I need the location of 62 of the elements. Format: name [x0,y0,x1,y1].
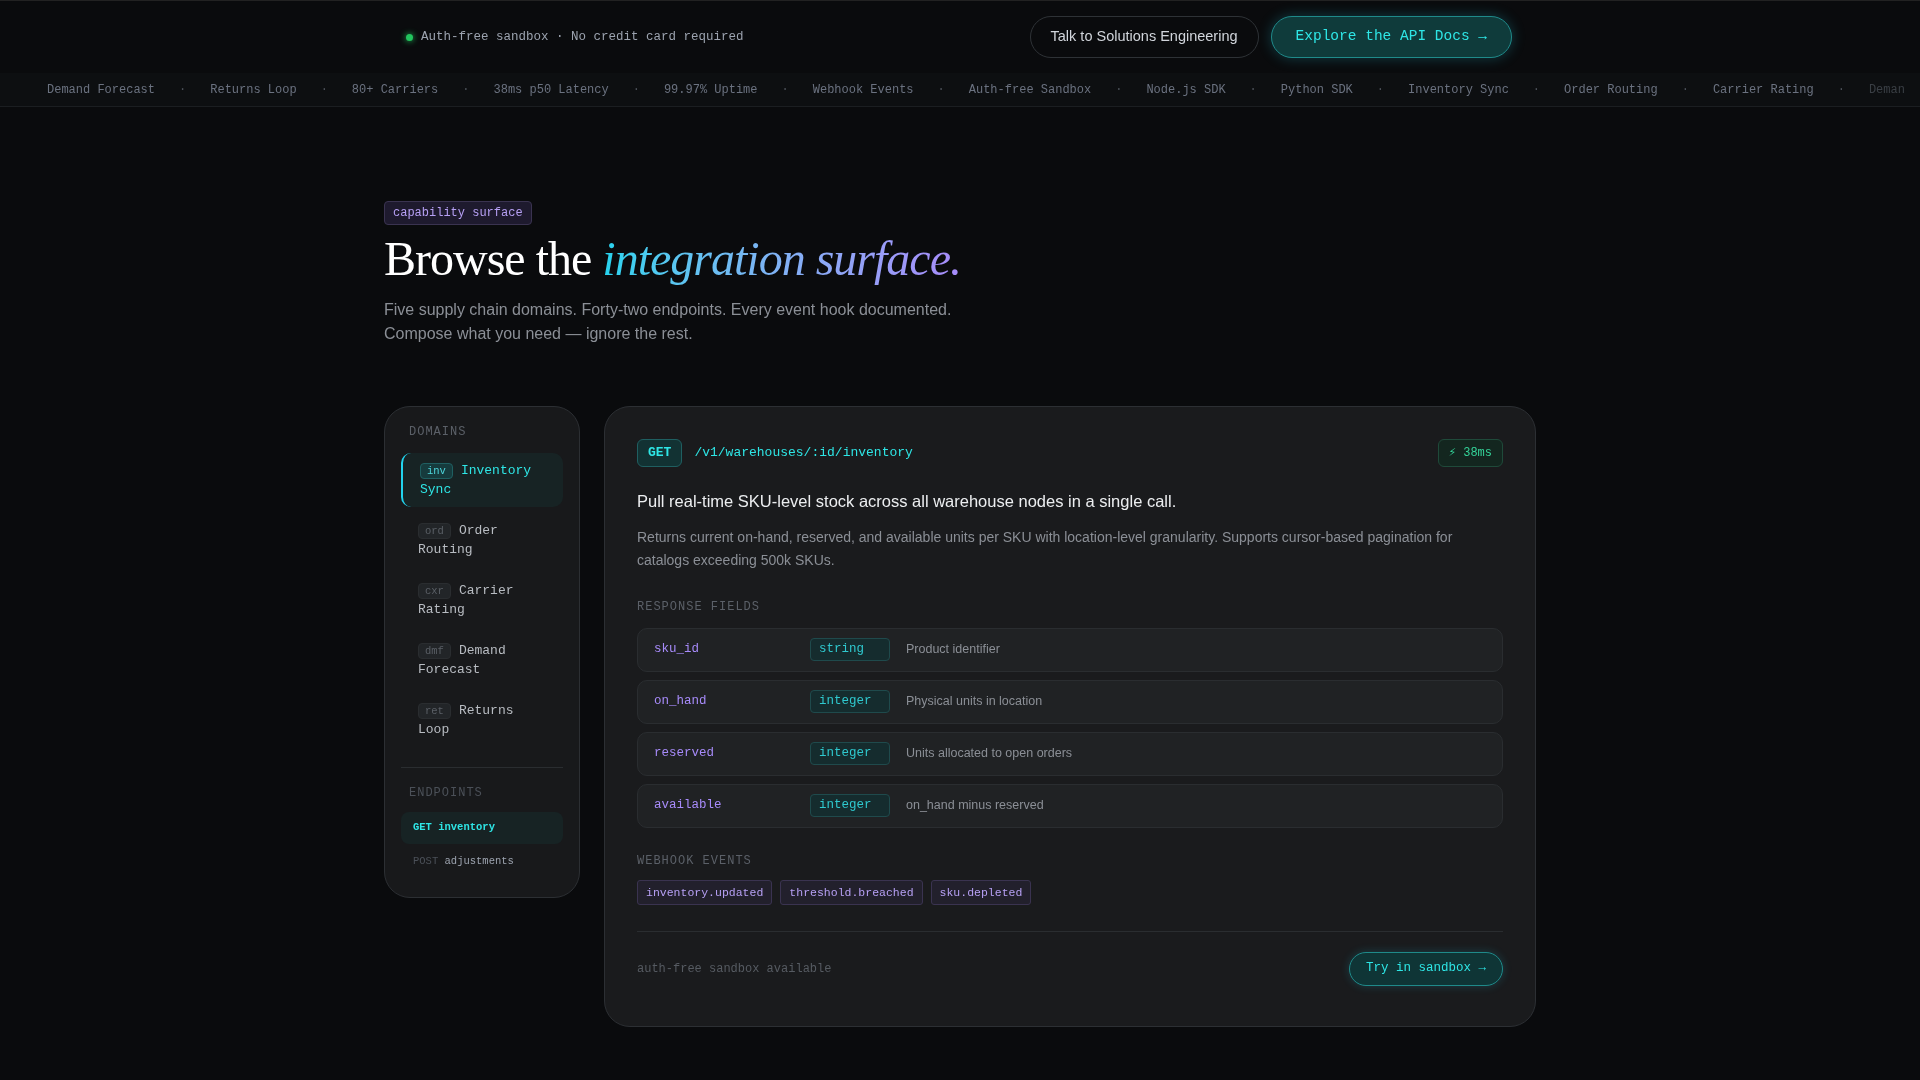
ticker-separator: · [320,81,328,99]
webhook-tag: inventory.updated [637,879,773,905]
field-name: sku_id [654,641,700,659]
field-description: Product identifier [906,641,1000,659]
try-sandbox-button[interactable]: Try in sandbox → [1348,951,1503,986]
ticker-separator: · [462,81,470,99]
ticker-separator: · [781,81,789,99]
field-name: reserved [654,745,715,763]
webhooks-heading: WEBHOOK EVENTS [637,852,753,870]
field-description: Units allocated to open orders [906,745,1073,763]
ticker-item: 80+ Carriers [351,81,439,99]
field-type: integer [810,794,890,817]
ticker-item: Webhook Events [812,81,914,99]
field-description: on_hand minus reserved [906,797,1044,815]
field-type: integer [810,690,890,713]
endpoint-summary: Pull real-time SKU-level stock across all warehouse nodes in a single call. [637,490,1178,512]
endpoints-heading: ENDPOINTS [408,784,484,802]
latency-badge: ⚡ 38ms [1437,438,1503,467]
ticker-item: Returns Loop [210,81,297,99]
domain-item[interactable]: ord Order Routing [401,512,563,567]
fields-heading: RESPONSE FIELDS [637,598,762,616]
ticker-item: Python SDK [1280,81,1353,99]
webhook-tag: sku.depleted [930,879,1032,905]
ticker-separator: · [1249,81,1257,99]
endpoint-description: Returns current on-hand, reserved, and available units per SKU with location-level granularity. Supports cursor-based pagination for catalogs exceeding 500k SKUs. [637,527,1454,570]
ticker-separator: · [1115,81,1123,99]
field-name: available [654,797,723,815]
field-type: string [810,638,890,661]
sandbox-notice: Auth-free sandbox · No credit card required [421,28,744,46]
ticker-separator: · [632,81,640,99]
ticker-separator: · [937,81,945,99]
ticker-item: Carrier Rating [1712,81,1814,99]
field-description: Physical units in location [906,693,1043,711]
section-tag: capability surface [384,201,532,225]
ticker-item: 99.97% Uptime [663,81,758,99]
domain-item[interactable]: inv Inventory Sync [401,452,563,507]
endpoint-item[interactable]: GET inventory [401,811,563,844]
ticker-separator: · [1681,81,1689,99]
field-name: on_hand [654,693,708,711]
ticker-item: 38ms p50 Latency [493,81,609,99]
webhook-tag: threshold.breached [780,879,923,905]
hero-subtitle: Compose what you need — ignore the rest. [384,323,694,344]
ticker-item: Node.js SDK [1146,81,1226,99]
method-badge: GET [637,439,683,467]
ticker-separator: · [1837,81,1845,99]
domain-item[interactable]: ret Returns Loop [401,692,563,747]
ticker-item: Order Routing [1564,81,1658,99]
sandbox-note: auth-free sandbox available [637,960,832,978]
domains-heading: DOMAINS [408,423,468,441]
domain-item[interactable]: cxr Carrier Rating [401,572,563,627]
ticker-item: Inventory Sync [1408,81,1509,99]
ticker-item: Demand Forecast [47,81,156,99]
ticker-separator: · [179,81,187,99]
endpoint-item[interactable]: POST adjustments [401,845,563,878]
docs-button[interactable]: Explore the API Docs → [1270,16,1512,58]
endpoint-path: /v1/warehouses/:id/inventory [694,444,913,463]
domain-item[interactable]: dmf Demand Forecast [401,632,563,687]
ticker-separator: · [1532,81,1541,99]
hero-subtitle: Five supply chain domains. Forty-two endpoints. Every event hook documented. [384,299,953,320]
ticker-separator: · [1376,81,1385,99]
field-type: integer [810,742,890,765]
ticker-item: Auth-free Sandbox [968,81,1092,99]
